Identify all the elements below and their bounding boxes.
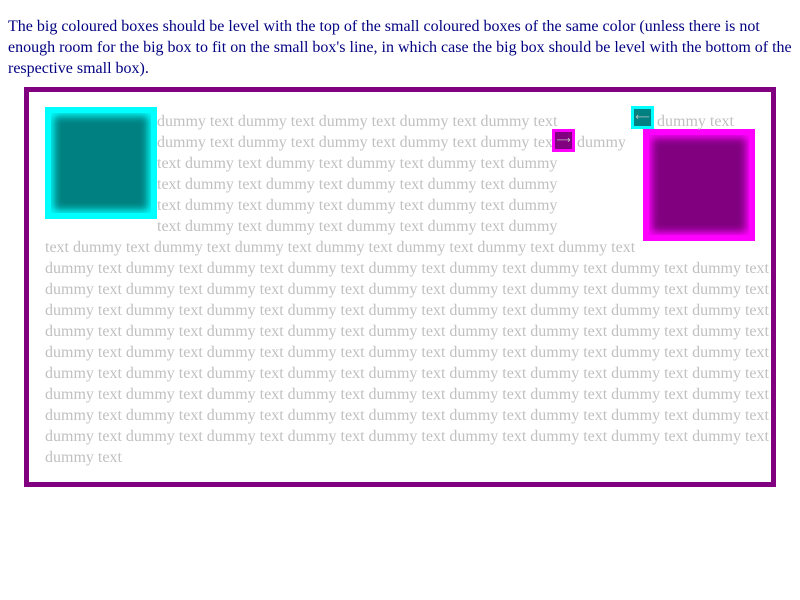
text-line-1a: dummy text dummy text dummy text dummy t…: [157, 113, 558, 130]
text-line-6: text dummy text dummy text dummy text du…: [157, 218, 558, 235]
text-line-4: text dummy text dummy text dummy text du…: [157, 176, 558, 193]
text-line-10: dummy text dummy text dummy text dummy t…: [45, 302, 769, 319]
small-cyan-box: ⟵: [631, 106, 654, 129]
big-cyan-box: [45, 107, 157, 219]
text-line-12: dummy text dummy text dummy text dummy t…: [45, 344, 769, 361]
text-line-16: dummy text dummy text dummy text dummy t…: [45, 428, 769, 445]
text-line-17: dummy text: [45, 449, 122, 466]
text-line-2a: dummy text dummy text dummy text dummy t…: [157, 134, 558, 151]
text-line-11: dummy text dummy text dummy text dummy t…: [45, 323, 769, 340]
text-line-13: dummy text dummy text dummy text dummy t…: [45, 365, 769, 382]
instructions-text: The big coloured boxes should be level w…: [8, 18, 792, 77]
text-line-15: dummy text dummy text dummy text dummy t…: [45, 407, 769, 424]
text-line-7: text dummy text dummy text dummy text du…: [45, 239, 636, 256]
right-arrow-icon: ⟶: [556, 135, 571, 146]
text-line-2b: dummy: [577, 134, 626, 151]
left-arrow-icon: ⟵: [635, 112, 650, 123]
text-line-1b: dummy text: [657, 113, 734, 130]
test-container: dummy text dummy text dummy text dummy t…: [24, 87, 776, 487]
big-magenta-box: [643, 129, 755, 241]
text-line-9: dummy text dummy text dummy text dummy t…: [45, 281, 769, 298]
text-line-5: text dummy text dummy text dummy text du…: [157, 197, 558, 214]
text-line-14: dummy text dummy text dummy text dummy t…: [45, 386, 769, 403]
text-line-3: text dummy text dummy text dummy text du…: [157, 155, 558, 172]
text-line-8: dummy text dummy text dummy text dummy t…: [45, 260, 769, 277]
small-magenta-box: ⟶: [552, 129, 575, 152]
